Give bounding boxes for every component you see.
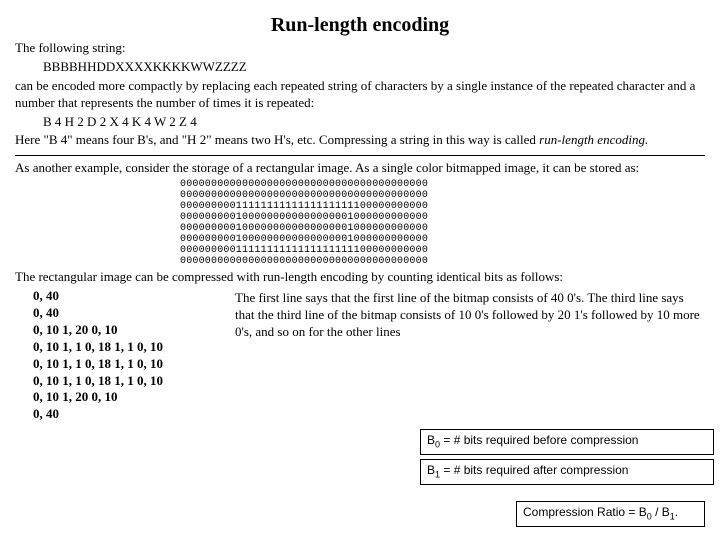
example-string: BBBBHHDDXXXXKKKKWWZZZZ <box>43 59 705 76</box>
rle-line: 0, 10 1, 20 0, 10 <box>33 322 215 339</box>
compress-intro: The rectangular image can be compressed … <box>15 269 705 286</box>
bitmap-block: 0000000000000000000000000000000000000000… <box>180 179 705 267</box>
formula-b0-box: B0 = # bits required before compression <box>420 429 714 455</box>
intro-line-2: can be encoded more compactly by replaci… <box>15 78 705 112</box>
term-run-length-encoding: run-length encoding. <box>539 132 648 147</box>
explanation-text: The first line says that the first line … <box>235 290 705 341</box>
page-title: Run-length encoding <box>15 12 705 38</box>
formula-ratio-box: Compression Ratio = B0 / B1. <box>516 501 705 527</box>
formula-b1-box: B1 = # bits required after compression <box>420 459 714 485</box>
divider <box>15 155 705 156</box>
rle-line: 0, 10 1, 20 0, 10 <box>33 389 215 406</box>
rle-line: 0, 10 1, 1 0, 18 1, 1 0, 10 <box>33 356 215 373</box>
formula-ratio: Compression Ratio = B0 / B1. <box>523 505 678 519</box>
rle-column: 0, 400, 400, 10 1, 20 0, 100, 10 1, 1 0,… <box>15 288 215 423</box>
intro-line-3: Here "B 4" means four B's, and "H 2" mea… <box>15 132 705 149</box>
intro-line-3a: Here "B 4" means four B's, and "H 2" mea… <box>15 132 536 147</box>
intro-line-1: The following string: <box>15 40 705 57</box>
encoded-string: B 4 H 2 D 2 X 4 K 4 W 2 Z 4 <box>43 114 705 131</box>
rle-line: 0, 10 1, 1 0, 18 1, 1 0, 10 <box>33 339 215 356</box>
formula-b1: B1 = # bits required after compression <box>427 463 628 477</box>
rle-line: 0, 40 <box>33 288 215 305</box>
rle-line: 0, 40 <box>33 305 215 322</box>
storage-intro: As another example, consider the storage… <box>15 160 705 177</box>
rle-line: 0, 10 1, 1 0, 18 1, 1 0, 10 <box>33 373 215 390</box>
formula-b0: B0 = # bits required before compression <box>427 433 638 447</box>
rle-line: 0, 40 <box>33 406 215 423</box>
